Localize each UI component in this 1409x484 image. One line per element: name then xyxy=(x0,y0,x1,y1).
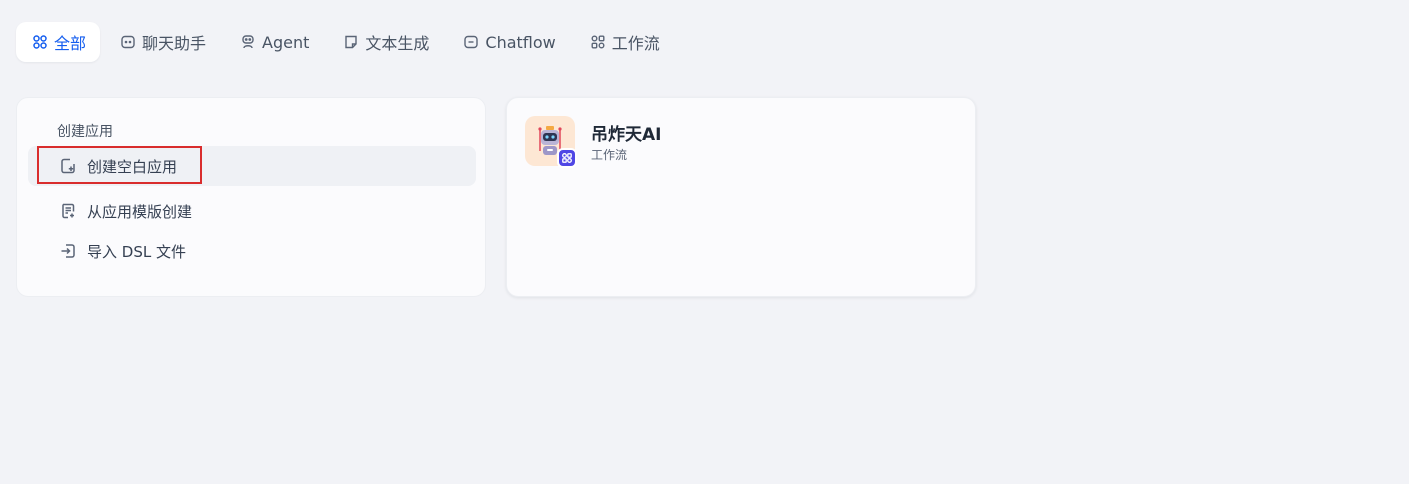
workflow-icon xyxy=(590,34,606,50)
tab-text-generation[interactable]: 文本生成 xyxy=(327,22,443,62)
file-plus-icon xyxy=(59,157,77,175)
tab-agent[interactable]: Agent xyxy=(224,22,323,62)
app-card[interactable]: 吊炸天AI 工作流 xyxy=(506,97,976,297)
tab-chatflow[interactable]: Chatflow xyxy=(447,22,569,62)
tab-chat-assistant[interactable]: 聊天助手 xyxy=(104,22,220,62)
tab-workflow[interactable]: 工作流 xyxy=(574,22,674,62)
tab-label: Agent xyxy=(262,32,310,52)
chatflow-icon xyxy=(463,34,479,50)
tab-label: Chatflow xyxy=(485,32,556,52)
grid-icon xyxy=(32,34,48,50)
note-icon xyxy=(343,34,359,50)
chat-bubble-icon xyxy=(120,34,136,50)
tab-label: 聊天助手 xyxy=(142,34,207,53)
option-label: 创建空白应用 xyxy=(87,157,178,176)
tab-all[interactable]: 全部 xyxy=(16,22,101,62)
create-app-card: 创建应用 创建空白应用 从应用模版创建 导入 DSL 文件 xyxy=(16,97,486,297)
app-name: 吊炸天AI xyxy=(591,125,662,145)
tab-label: 工作流 xyxy=(611,34,660,53)
app-type-label: 工作流 xyxy=(591,148,628,162)
robot-icon xyxy=(240,34,256,50)
create-app-title: 创建应用 xyxy=(57,124,113,140)
create-blank-app-button[interactable]: 创建空白应用 xyxy=(28,146,476,186)
tab-label: 文本生成 xyxy=(365,34,430,53)
app-type-tabs: 全部 聊天助手 Agent 文本生成 Chatflow 工作流 xyxy=(16,22,674,62)
option-label: 导入 DSL 文件 xyxy=(87,242,186,261)
create-from-template-button[interactable]: 从应用模版创建 xyxy=(28,191,476,231)
template-icon xyxy=(59,202,77,220)
workflow-badge-icon xyxy=(557,148,577,168)
import-icon xyxy=(59,242,77,260)
import-dsl-button[interactable]: 导入 DSL 文件 xyxy=(28,231,476,271)
option-label: 从应用模版创建 xyxy=(87,202,193,221)
tab-label: 全部 xyxy=(54,34,87,53)
